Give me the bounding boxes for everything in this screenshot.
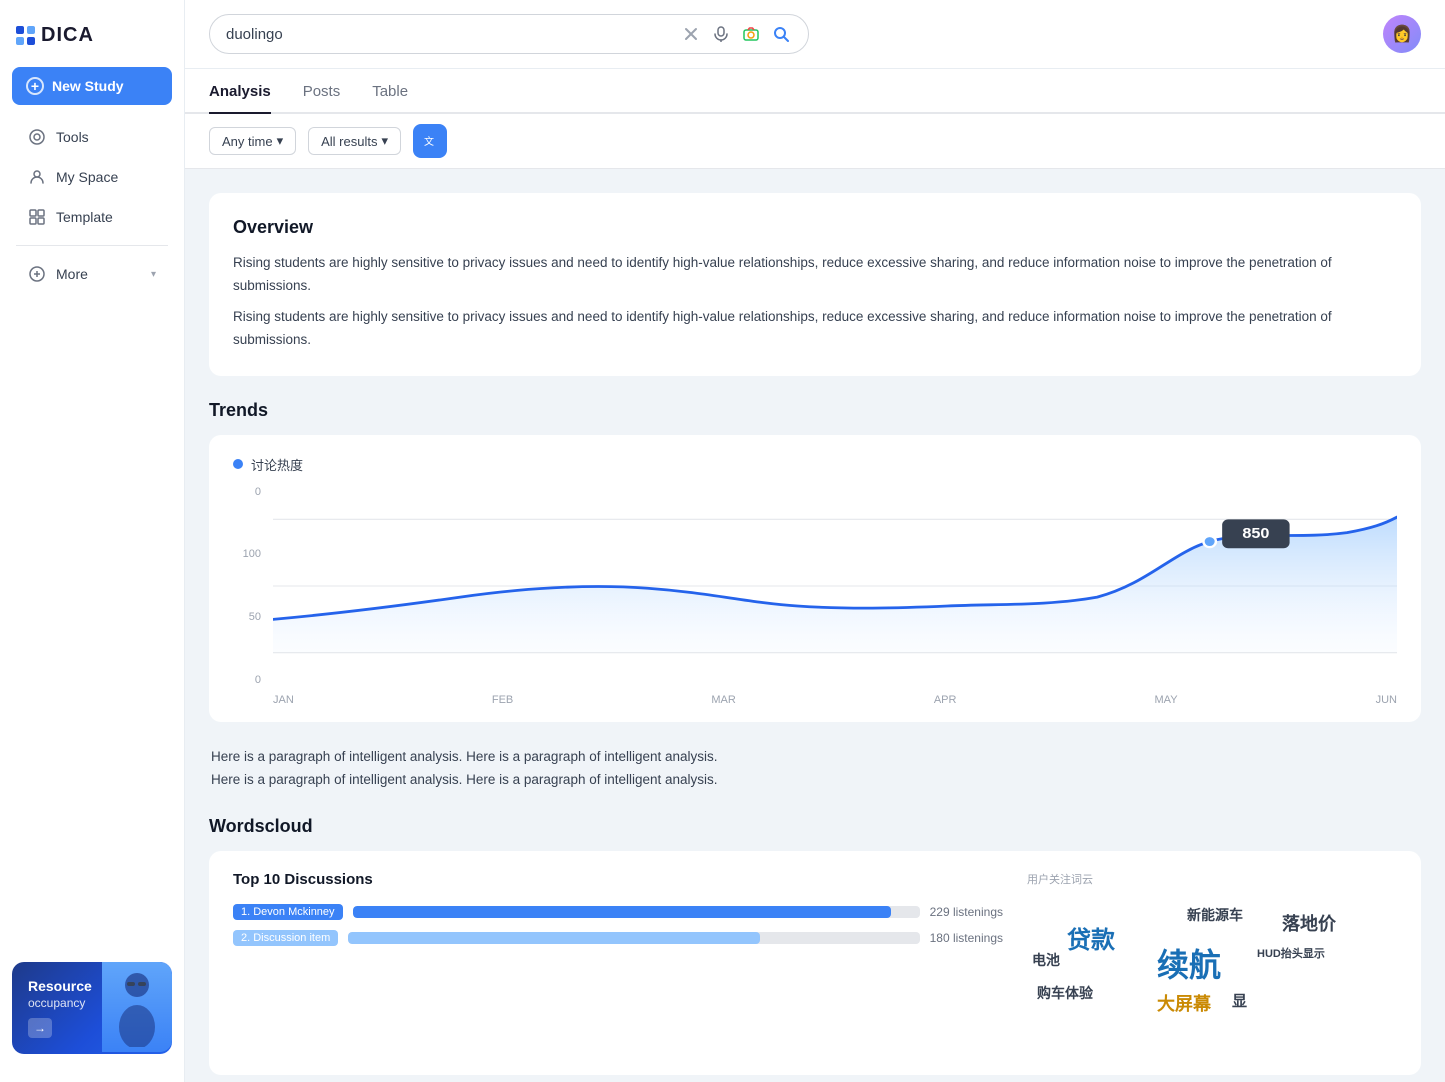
- sidebar-item-label-more: More: [56, 266, 88, 282]
- tabs-bar: Analysis Posts Table: [185, 69, 1445, 114]
- wordscloud-section: Wordscloud Top 10 Discussions 1. Devon M…: [209, 816, 1421, 1075]
- word-dianchi: 电池: [1032, 950, 1060, 970]
- overview-text-2: Rising students are highly sensitive to …: [233, 306, 1397, 352]
- sidebar-divider: [16, 245, 168, 246]
- plus-icon: +: [26, 77, 44, 95]
- svg-text:文: 文: [424, 135, 434, 148]
- more-icon: [28, 265, 46, 283]
- word-xian: 显: [1232, 990, 1247, 1011]
- sidebar-bottom: Resource occupancy →: [0, 950, 184, 1066]
- word-daikuan: 贷款: [1067, 920, 1115, 955]
- chevron-down-icon: ▾: [381, 133, 388, 149]
- analysis-text: Here is a paragraph of intelligent analy…: [209, 746, 1421, 792]
- word-cloud: 续航 贷款 新能源车 落地价 电池 HUD抬头显示 购车体验 大屏幕 显: [1027, 895, 1397, 1055]
- word-cloud-area: 用户关注词云 续航 贷款 新能源车 落地价 电池 HUD抬头显示 购车体验 大屏…: [1027, 871, 1397, 1055]
- sidebar-item-my-space[interactable]: My Space: [8, 158, 176, 196]
- header: 👩: [185, 0, 1445, 69]
- disc-label-1: 1. Devon Mckinney: [233, 904, 343, 920]
- disc-bar-2: [348, 932, 759, 944]
- cloud-label: 用户关注词云: [1027, 871, 1397, 887]
- user-avatar[interactable]: 👩: [1383, 15, 1421, 53]
- logo-text: DICA: [41, 24, 94, 47]
- sidebar: DICA + New Study Tools My Space Template…: [0, 0, 185, 1082]
- sidebar-item-tools[interactable]: Tools: [8, 118, 176, 156]
- disc-item-2: 2. Discussion item 180 listenings: [233, 930, 1003, 946]
- chart-y-labels: 0 100 50 0: [233, 486, 261, 706]
- overview-card: Overview Rising students are highly sens…: [209, 193, 1421, 376]
- microphone-icon[interactable]: [710, 23, 732, 45]
- tools-icon: [28, 128, 46, 146]
- legend-dot: [233, 459, 243, 469]
- tab-table[interactable]: Table: [372, 69, 408, 114]
- svg-text:850: 850: [1242, 526, 1269, 542]
- word-hud: HUD抬头显示: [1257, 945, 1325, 961]
- chart-container: 讨论热度 0 100 50 0: [209, 435, 1421, 722]
- disc-count-1: 229 listenings: [930, 905, 1003, 919]
- translate-btn[interactable]: 文: [413, 124, 447, 158]
- chevron-down-icon: ▾: [277, 133, 284, 149]
- chevron-down-icon: ▾: [151, 269, 156, 280]
- trends-title: Trends: [209, 400, 1421, 421]
- sidebar-item-label-tools: Tools: [56, 129, 89, 145]
- sidebar-item-label-template: Template: [56, 209, 113, 225]
- trends-section: Trends 讨论热度 0 100 50 0: [209, 400, 1421, 722]
- legend-label: 讨论热度: [251, 455, 303, 474]
- time-filter-btn[interactable]: Any time ▾: [209, 127, 296, 155]
- chart-legend: 讨论热度: [233, 455, 1397, 474]
- sidebar-item-template[interactable]: Template: [8, 198, 176, 236]
- overview-title: Overview: [233, 217, 1397, 238]
- search-bar[interactable]: [209, 14, 809, 54]
- sidebar-item-label-my-space: My Space: [56, 169, 118, 185]
- wordscloud-card: Top 10 Discussions 1. Devon Mckinney 229…: [209, 851, 1421, 1075]
- word-daping: 大屏幕: [1157, 990, 1211, 1016]
- disc-label-2: 2. Discussion item: [233, 930, 338, 946]
- new-study-label: New Study: [52, 78, 124, 94]
- chart-x-labels: JAN FEB MAR APR MAY JUN: [273, 694, 1397, 706]
- chart-svg-wrap: 850: [273, 486, 1397, 686]
- results-filter-btn[interactable]: All results ▾: [308, 127, 401, 155]
- disc-bar-wrap-1: [353, 906, 920, 918]
- logo: DICA: [0, 16, 184, 67]
- disc-bar-1: [353, 906, 892, 918]
- word-xinnengyuanche: 新能源车: [1187, 905, 1243, 925]
- my-space-icon: [28, 168, 46, 186]
- word-xuhang: 续航: [1157, 940, 1221, 986]
- camera-icon[interactable]: [740, 23, 762, 45]
- resource-card-arrow[interactable]: →: [28, 1018, 52, 1038]
- tab-analysis[interactable]: Analysis: [209, 69, 271, 114]
- sidebar-item-more[interactable]: More ▾: [8, 255, 176, 293]
- word-goujutiyan: 购车体验: [1037, 983, 1093, 1003]
- logo-grid: [16, 26, 35, 45]
- disc-count-2: 180 listenings: [930, 931, 1003, 945]
- top-discussions-title: Top 10 Discussions: [233, 871, 1003, 888]
- search-input[interactable]: [226, 26, 672, 43]
- tab-posts[interactable]: Posts: [303, 69, 341, 114]
- resource-card[interactable]: Resource occupancy →: [12, 962, 172, 1054]
- disc-item-1: 1. Devon Mckinney 229 listenings: [233, 904, 1003, 920]
- content-area: Analysis Posts Table Any time ▾ All resu…: [185, 69, 1445, 1082]
- template-icon: [28, 208, 46, 226]
- wordscloud-title: Wordscloud: [209, 816, 1421, 837]
- resource-figure: [102, 962, 172, 1052]
- chart-area: 0 100 50 0: [233, 486, 1397, 706]
- top-discussions: Top 10 Discussions 1. Devon Mckinney 229…: [233, 871, 1003, 1055]
- page-body: Overview Rising students are highly sens…: [185, 169, 1445, 1082]
- word-luodijia: 落地价: [1282, 910, 1336, 936]
- new-study-button[interactable]: + New Study: [12, 67, 172, 105]
- disc-bar-wrap-2: [348, 932, 919, 944]
- overview-text-1: Rising students are highly sensitive to …: [233, 252, 1397, 298]
- filter-bar: Any time ▾ All results ▾ 文: [185, 114, 1445, 169]
- clear-icon[interactable]: [680, 23, 702, 45]
- search-icon[interactable]: [770, 23, 792, 45]
